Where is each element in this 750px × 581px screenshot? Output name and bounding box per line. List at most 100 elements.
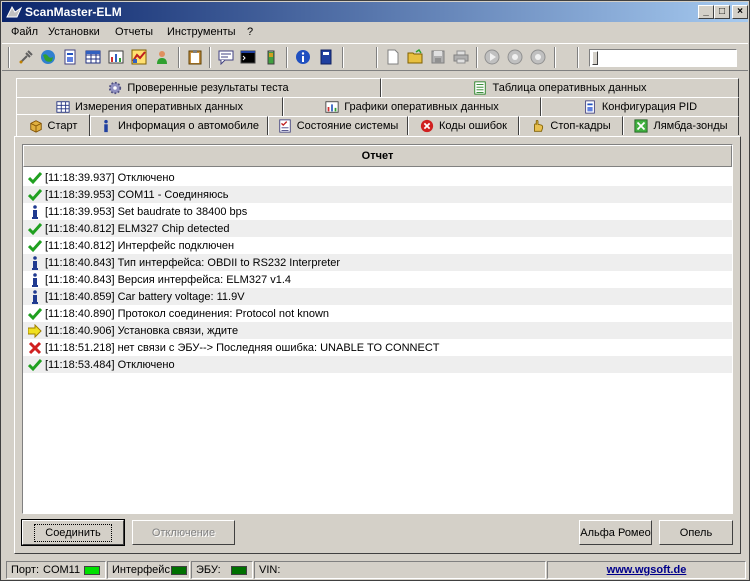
chat-tool-button[interactable] xyxy=(216,47,236,67)
tab-label: Проверенные результаты теста xyxy=(127,82,289,94)
pause-tool-button[interactable] xyxy=(505,47,525,67)
tab-live-data-graphs[interactable]: Графики оперативных данных xyxy=(283,97,541,116)
website-link[interactable]: www.wgsoft.de xyxy=(607,564,687,576)
terminal-icon xyxy=(240,50,256,64)
close-button[interactable]: × xyxy=(732,5,748,19)
tab-live-data-table[interactable]: Таблица оперативных данных xyxy=(381,78,739,97)
ecu-status-led xyxy=(230,565,247,575)
list-item[interactable]: [11:18:40.843] Тип интерфейса: OBDII to … xyxy=(23,254,732,271)
report-rows: [11:18:39.937] Отключено [11:18:39.953] C… xyxy=(23,169,732,373)
vehicle-button[interactable]: Альфа Ромео xyxy=(579,520,652,545)
globe-icon xyxy=(41,50,55,64)
menu-file[interactable]: Файл xyxy=(11,26,38,38)
plug-icon xyxy=(19,50,33,64)
list-item[interactable]: [11:18:40.906] Установка связи, ждите xyxy=(23,322,732,339)
list-item[interactable]: [11:18:39.953] COM11 - Соединяюсь xyxy=(23,186,732,203)
chart-tool-button[interactable] xyxy=(129,47,149,67)
list-item-text: [11:18:39.953] Set baudrate to 38400 bps xyxy=(45,205,248,218)
info-icon xyxy=(104,119,108,133)
status-vin: VIN: xyxy=(254,561,546,579)
tab-test-results[interactable]: Проверенные результаты теста xyxy=(16,78,381,97)
pause-icon xyxy=(507,49,523,65)
list-item-text: [11:18:40.890] Протокол соединения: Prot… xyxy=(45,307,330,320)
port-status-led xyxy=(84,565,101,575)
vin-label: VIN: xyxy=(259,564,281,576)
globe-tool-button[interactable] xyxy=(38,47,58,67)
save-tool-button[interactable] xyxy=(428,47,448,67)
tab-label: Старт xyxy=(47,119,78,132)
user-tool-button[interactable] xyxy=(152,47,172,67)
toolbar-separator xyxy=(376,47,378,68)
minimize-button[interactable]: _ xyxy=(698,5,714,19)
folder-icon xyxy=(407,49,423,64)
connect-tool-button[interactable] xyxy=(16,47,36,67)
print-tool-button[interactable] xyxy=(451,47,471,67)
tab-system-status[interactable]: Состояние системы xyxy=(268,116,408,135)
tab-o2-sensors[interactable]: Лямбда-зонды xyxy=(623,116,739,135)
connect-button-label: Соединить xyxy=(34,523,112,542)
maximize-button[interactable]: □ xyxy=(714,5,730,19)
toolbar-separator xyxy=(8,47,10,68)
check-icon xyxy=(28,307,42,321)
stop-tool-button[interactable] xyxy=(528,47,548,67)
info-icon xyxy=(28,204,42,219)
disconnect-button[interactable]: Отключение xyxy=(132,520,235,545)
list-item[interactable]: [11:18:40.843] Версия интерфейса: ELM327… xyxy=(23,271,732,288)
book-icon xyxy=(320,49,332,65)
new-document-tool-button[interactable] xyxy=(383,47,403,67)
tab-label: Стоп-кадры xyxy=(550,120,611,132)
menu-tools[interactable]: Инструменты xyxy=(167,26,236,38)
error-icon xyxy=(28,341,42,355)
options-button[interactable]: Опель xyxy=(659,520,733,545)
save-icon xyxy=(431,50,445,64)
tab-freeze-frames[interactable]: Стоп-кадры xyxy=(519,116,623,135)
tab-label: Коды ошибок xyxy=(439,120,507,132)
list-item[interactable]: [11:18:51.218] нет связи с ЭБУ--> Послед… xyxy=(23,339,732,356)
list-item[interactable]: [11:18:39.937] Отключено xyxy=(23,169,732,186)
info-document-tool-button[interactable] xyxy=(60,47,80,67)
list-item[interactable]: [11:18:40.859] Car battery voltage: 11.9… xyxy=(23,288,732,305)
info-icon xyxy=(28,255,42,270)
bar-chart-icon xyxy=(108,50,124,64)
report-list[interactable]: Отчет [11:18:39.937] Отключено [11:18:39.… xyxy=(22,144,733,514)
play-tool-button[interactable] xyxy=(482,47,502,67)
terminal-tool-button[interactable] xyxy=(238,47,258,67)
grid-icon xyxy=(56,101,70,113)
clipboard-tool-button[interactable] xyxy=(185,47,205,67)
new-document-icon xyxy=(387,49,399,65)
speech-bubble-icon xyxy=(218,50,234,65)
tab-start[interactable]: Старт xyxy=(16,114,90,136)
table-tool-button[interactable] xyxy=(83,47,103,67)
person-icon xyxy=(157,51,167,64)
title-bar[interactable]: ScanMaster-ELM _ □ × xyxy=(2,2,748,22)
check-icon xyxy=(28,239,42,253)
open-folder-tool-button[interactable] xyxy=(405,47,425,67)
list-item[interactable]: [11:18:40.890] Протокол соединения: Prot… xyxy=(23,305,732,322)
list-item-text: [11:18:39.937] Отключено xyxy=(45,171,175,184)
bar-chart-tool-button[interactable] xyxy=(106,47,126,67)
list-item-text: [11:18:40.843] Версия интерфейса: ELM327… xyxy=(45,273,292,286)
toolbar-separator xyxy=(178,47,180,68)
list-item[interactable]: [11:18:39.953] Set baudrate to 38400 bps xyxy=(23,203,732,220)
menu-settings[interactable]: Установки xyxy=(48,26,100,38)
slider-thumb[interactable] xyxy=(592,51,598,65)
menu-help[interactable]: ? xyxy=(247,26,253,38)
stop-icon xyxy=(530,49,546,65)
tab-vehicle-info[interactable]: Информация о автомобиле xyxy=(90,116,268,135)
list-item[interactable]: [11:18:40.812] Интерфейс подключен xyxy=(23,237,732,254)
list-item[interactable]: [11:18:40.812] ELM327 Chip detected xyxy=(23,220,732,237)
book-tool-button[interactable] xyxy=(316,47,336,67)
about-tool-button[interactable] xyxy=(293,47,313,67)
list-item[interactable]: [11:18:53.484] Отключено xyxy=(23,356,732,373)
list-item-text: [11:18:51.218] нет связи с ЭБУ--> Послед… xyxy=(45,341,440,354)
battery-tool-button[interactable] xyxy=(261,47,281,67)
connect-button[interactable]: Соединить xyxy=(21,519,125,546)
speed-slider[interactable] xyxy=(589,49,737,67)
check-icon xyxy=(28,358,42,372)
toolbar-separator xyxy=(577,47,579,68)
tab-pid-config[interactable]: Конфигурация PID xyxy=(541,97,739,116)
menu-reports[interactable]: Отчеты xyxy=(115,26,153,38)
list-item-text: [11:18:39.953] COM11 - Соединяюсь xyxy=(45,188,229,201)
tab-trouble-codes[interactable]: Коды ошибок xyxy=(408,116,519,135)
report-column-header[interactable]: Отчет xyxy=(23,145,732,167)
